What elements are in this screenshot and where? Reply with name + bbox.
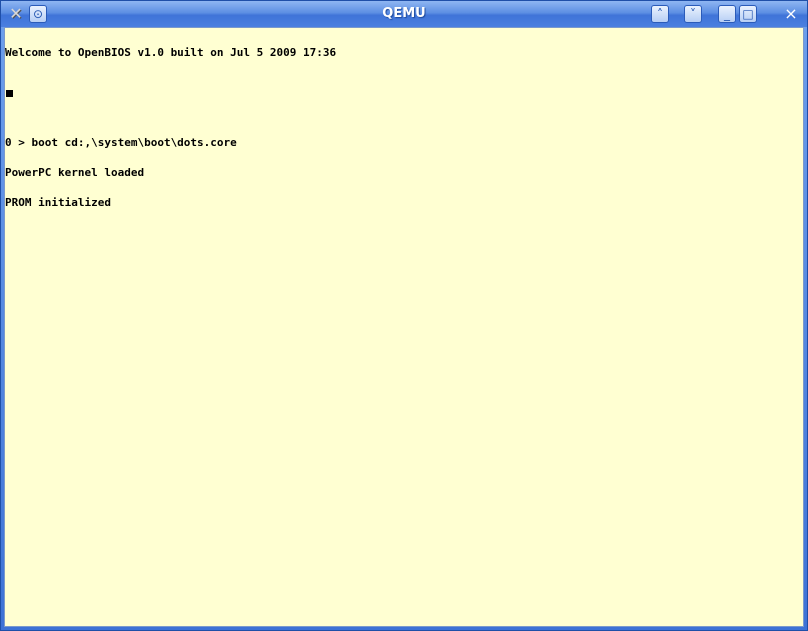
console-line: 0 > boot cd:,\system\boot\dots.core <box>5 136 237 149</box>
shade-up-button[interactable]: ˄ <box>651 5 669 23</box>
close-button[interactable]: × <box>782 5 800 23</box>
qemu-window: ✕ ⊙ QEMU ˄ ˅ _ □ × Welcome to OpenBIOS v… <box>0 0 808 631</box>
text-cursor <box>6 90 13 97</box>
console-output: Welcome to OpenBIOS v1.0 built on Jul 5 … <box>5 28 336 228</box>
maximize-button[interactable]: □ <box>739 5 757 23</box>
shade-down-button[interactable]: ˅ <box>684 5 702 23</box>
console-line: PROM initialized <box>5 196 111 209</box>
emulator-screen[interactable]: Welcome to OpenBIOS v1.0 built on Jul 5 … <box>4 27 804 627</box>
console-line: Welcome to OpenBIOS v1.0 built on Jul 5 … <box>5 46 337 59</box>
console-line: PowerPC kernel loaded <box>5 166 145 179</box>
title-bar[interactable]: ✕ ⊙ QEMU ˄ ˅ _ □ × <box>1 1 807 27</box>
minimize-button[interactable]: _ <box>718 5 736 23</box>
